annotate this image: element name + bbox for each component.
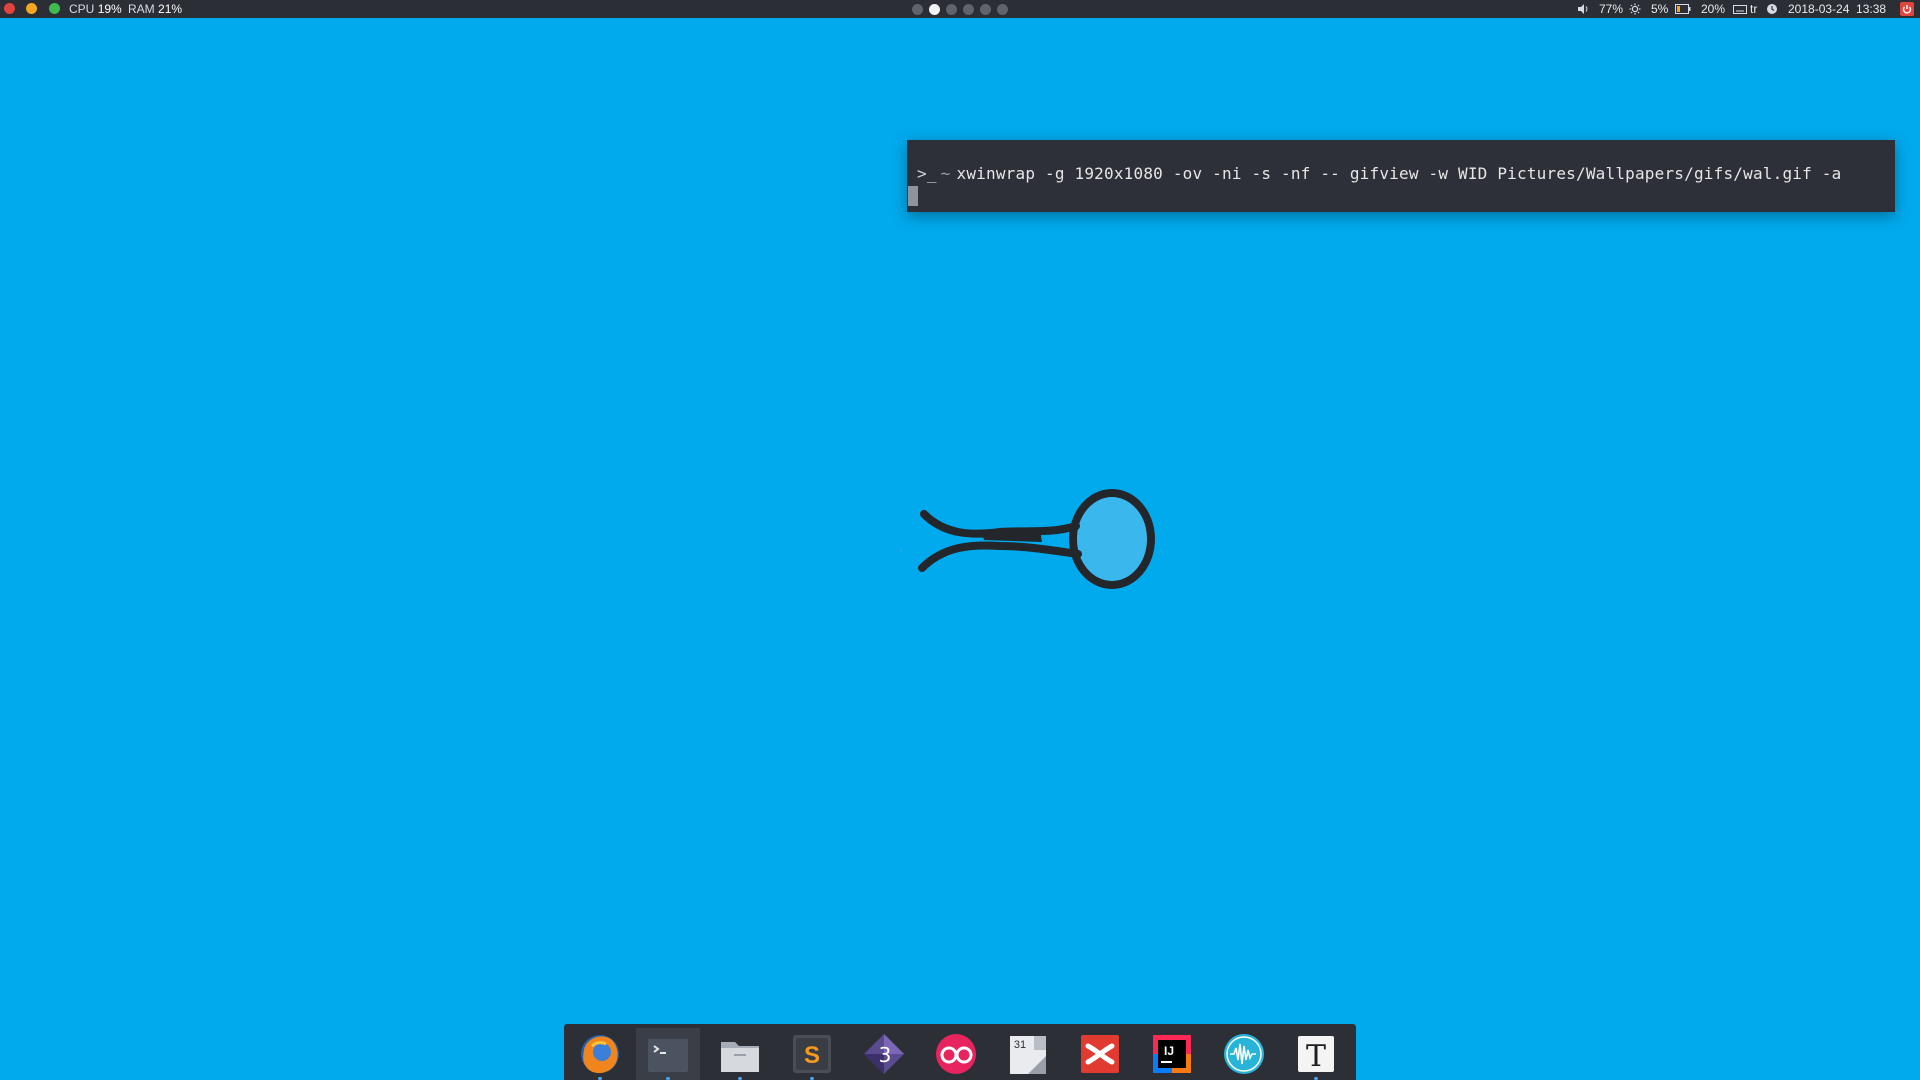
workspace-5[interactable] bbox=[980, 4, 991, 15]
xmind-icon bbox=[1081, 1035, 1119, 1073]
dock-item-xmind[interactable] bbox=[1068, 1028, 1132, 1080]
intellij-icon: IJ bbox=[1153, 1035, 1191, 1073]
terminal-cwd: ~ bbox=[940, 164, 951, 183]
keyboard-layout: tr bbox=[1750, 2, 1758, 16]
battery-icon[interactable] bbox=[1675, 4, 1691, 14]
clock-icon bbox=[1767, 4, 1777, 14]
flickr-icon bbox=[936, 1034, 976, 1074]
cpu-label: CPU bbox=[69, 2, 95, 16]
datetime[interactable]: 2018-03-24 13:38 bbox=[1788, 0, 1886, 18]
wallpaper-figure-arm bbox=[920, 510, 1080, 538]
ram-label: RAM bbox=[128, 2, 155, 16]
firefox-icon bbox=[581, 1035, 619, 1074]
wallpaper-particle bbox=[900, 549, 902, 553]
brightness-value: 5% bbox=[1651, 2, 1669, 16]
workspace-1[interactable] bbox=[912, 4, 923, 15]
gem-3-icon: 3 bbox=[864, 1034, 904, 1074]
workspace-2[interactable] bbox=[929, 4, 940, 15]
maximize-window-button[interactable] bbox=[49, 3, 60, 14]
ram-value: 21% bbox=[158, 2, 183, 16]
terminal-command-line[interactable]: >_ ~ xwinwrap -g 1920x1080 -ov -ni -s -nf … bbox=[917, 164, 1841, 183]
typora-label: T bbox=[1306, 1039, 1326, 1074]
terminal-prompt: >_ bbox=[917, 164, 937, 183]
dock-item-typora[interactable]: T bbox=[1284, 1028, 1348, 1080]
svg-text:S: S bbox=[804, 1042, 820, 1069]
terminal-cursor bbox=[908, 186, 918, 206]
wallpaper-figure-arm bbox=[918, 541, 1082, 572]
dock-item-flickr[interactable] bbox=[924, 1028, 988, 1080]
wallpaper-figure-body bbox=[982, 530, 1042, 542]
keyboard-icon[interactable] bbox=[1733, 5, 1747, 14]
wallpaper-animation-figure bbox=[900, 489, 1155, 589]
folder-icon bbox=[721, 1042, 759, 1072]
close-window-button[interactable] bbox=[4, 3, 15, 14]
ram-indicator: RAM 21% bbox=[128, 0, 182, 18]
brightness-icon[interactable] bbox=[1629, 3, 1641, 15]
dock-item-sublime-text[interactable]: S bbox=[780, 1028, 844, 1080]
intellij-label: IJ bbox=[1164, 1044, 1174, 1058]
typora-icon: T bbox=[1298, 1036, 1334, 1074]
sublime-text-icon: S bbox=[793, 1035, 831, 1073]
workspace-6[interactable] bbox=[997, 4, 1008, 15]
dock-item-intellij[interactable]: IJ bbox=[1140, 1028, 1204, 1080]
terminal-window[interactable]: >_ ~ xwinwrap -g 1920x1080 -ov -ni -s -nf … bbox=[907, 140, 1895, 212]
wallpaper-figure-head bbox=[1069, 489, 1155, 589]
top-bar: CPU 19% RAM 21% 77% 5% 20% tr 2018-03-24… bbox=[0, 0, 1920, 18]
svg-text:3: 3 bbox=[879, 1043, 892, 1067]
workspace-4[interactable] bbox=[963, 4, 974, 15]
dock-item-terminal[interactable] bbox=[636, 1028, 700, 1080]
volume-value: 77% bbox=[1599, 2, 1624, 16]
terminal-icon bbox=[648, 1036, 688, 1072]
dock: S 3 31 IJ T bbox=[564, 1024, 1356, 1080]
dock-item-calendar[interactable]: 31 bbox=[996, 1028, 1060, 1080]
dock-item-app-3[interactable]: 3 bbox=[852, 1028, 916, 1080]
dock-item-firefox[interactable] bbox=[568, 1028, 632, 1080]
battery-value: 20% bbox=[1701, 2, 1726, 16]
calendar-icon: 31 bbox=[1010, 1036, 1046, 1074]
cpu-indicator: CPU 19% bbox=[69, 0, 122, 18]
terminal-command: xwinwrap -g 1920x1080 -ov -ni -s -nf -- … bbox=[956, 164, 1842, 183]
cpu-value: 19% bbox=[97, 2, 122, 16]
workspace-3[interactable] bbox=[946, 4, 957, 15]
dock-item-audio[interactable] bbox=[1212, 1028, 1276, 1080]
volume-icon[interactable] bbox=[1577, 3, 1589, 15]
dock-item-files[interactable] bbox=[708, 1028, 772, 1080]
waveform-icon bbox=[1224, 1034, 1264, 1074]
power-icon[interactable] bbox=[1900, 2, 1914, 16]
calendar-day: 31 bbox=[1014, 1039, 1026, 1051]
minimize-window-button[interactable] bbox=[26, 3, 37, 14]
